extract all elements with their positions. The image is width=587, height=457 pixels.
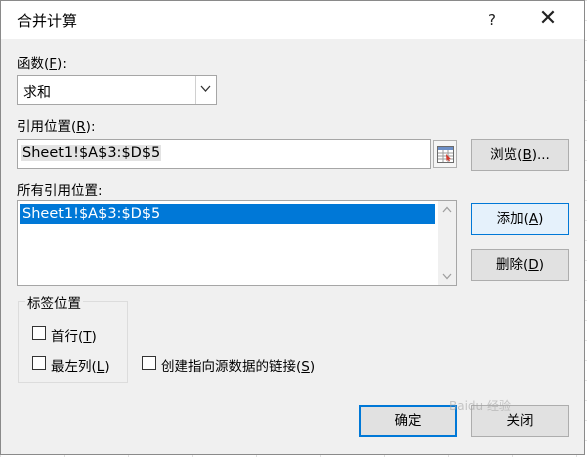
top-row-checkbox[interactable] [32, 326, 46, 340]
help-button[interactable]: ? [479, 8, 505, 32]
create-links-checkbox[interactable] [142, 356, 156, 370]
label-position-title: 标签位置 [25, 292, 83, 312]
left-column-label: 最左列(L) [51, 359, 110, 375]
all-references-label: 所有引用位置: [17, 183, 103, 199]
create-links-label: 创建指向源数据的链接(S) [161, 359, 316, 375]
reference-label: 引用位置(R): [17, 119, 96, 135]
browse-button[interactable]: 浏览(B)... [471, 139, 569, 171]
all-references-list[interactable]: Sheet1!$A$3:$D$5 [17, 200, 457, 286]
dialog-title: 合并计算 [17, 12, 78, 30]
scroll-down-icon[interactable] [438, 268, 456, 285]
left-column-checkbox[interactable] [32, 356, 46, 370]
top-row-label: 首行(T) [51, 329, 97, 345]
consolidate-dialog: 合并计算 ? ✕ 函数(F): 求和 引用位置(R): Sheet1!$A$3:… [0, 0, 585, 455]
scroll-up-icon[interactable] [438, 201, 456, 218]
close-icon[interactable]: ✕ [533, 5, 563, 33]
list-scrollbar[interactable] [438, 201, 456, 285]
function-select-value: 求和 [23, 85, 51, 101]
function-label: 函数(F): [17, 56, 67, 72]
title-bar: 合并计算 ? ✕ [1, 1, 584, 39]
watermark-logo: Baidu 经验 [449, 399, 511, 413]
ok-button[interactable]: 确定 [359, 405, 457, 437]
list-item[interactable]: Sheet1!$A$3:$D$5 [20, 204, 435, 224]
function-select[interactable]: 求和 [17, 75, 217, 105]
chevron-down-icon[interactable] [195, 76, 216, 104]
delete-button[interactable]: 删除(D) [471, 249, 569, 281]
add-button[interactable]: 添加(A) [471, 203, 569, 235]
collapse-dialog-icon[interactable] [433, 140, 457, 168]
reference-input-value: Sheet1!$A$3:$D$5 [21, 145, 162, 161]
reference-input[interactable]: Sheet1!$A$3:$D$5 [17, 139, 431, 169]
